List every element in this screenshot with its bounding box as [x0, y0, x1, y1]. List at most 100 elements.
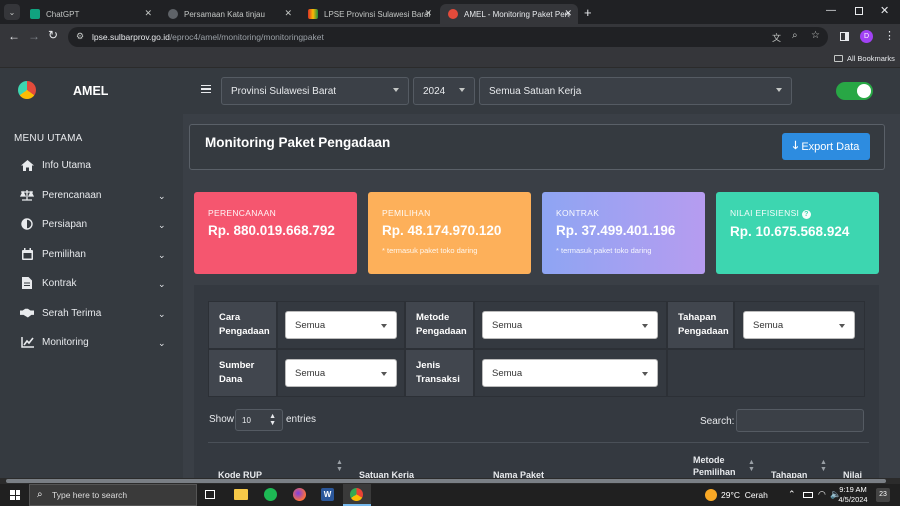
close-tab-icon[interactable]: ✕ [564, 8, 572, 19]
card-label-row: NILAI EFISIENSI ? [730, 208, 865, 219]
wifi-icon[interactable]: ◠ [818, 489, 826, 500]
address-bar[interactable]: ⚙ lpse.sulbarprov.go.id/eproc4/amel/moni… [68, 27, 828, 47]
tahapan-pengadaan-select[interactable]: Semua [743, 311, 855, 339]
bookmarks-bar: All Bookmarks [0, 50, 900, 68]
task-view-icon[interactable] [205, 490, 215, 499]
chevron-down-icon[interactable]: ⌄ [158, 250, 166, 261]
close-window-button[interactable]: ✕ [880, 4, 889, 17]
tab-search-button[interactable]: ⌄ [4, 4, 20, 20]
site-info-icon[interactable]: ⚙ [76, 31, 84, 42]
chrome-taskbar-button[interactable] [343, 484, 371, 506]
all-bookmarks-link[interactable]: All Bookmarks [847, 54, 895, 63]
select-value: 10 [242, 416, 251, 425]
profile-avatar[interactable]: D [860, 30, 873, 43]
entries-length-select[interactable]: 10 ▲ ▼ [235, 409, 283, 431]
forward-arrow-icon[interactable]: → [28, 29, 40, 43]
chevron-down-icon[interactable]: ⌄ [158, 220, 166, 231]
show-label: Show [209, 414, 235, 425]
search-label: Search: [700, 416, 735, 427]
close-tab-icon[interactable]: ✕ [144, 8, 152, 19]
year-select[interactable]: 2024 [413, 77, 475, 105]
chevron-down-icon[interactable]: ⌄ [158, 309, 166, 320]
question-circle-icon[interactable]: ? [801, 210, 811, 219]
col-header-tahapan[interactable]: Tahapan [771, 469, 807, 478]
browser-tab-amel[interactable]: AMEL - Monitoring Paket Pengad ✕ [440, 4, 578, 24]
metode-pengadaan-select[interactable]: Semua [482, 311, 658, 339]
firefox-icon[interactable] [293, 488, 306, 501]
filter-empty-cell [667, 349, 865, 397]
show-hidden-icons-icon[interactable]: ⌃ [788, 489, 796, 500]
province-select[interactable]: Provinsi Sulawesi Barat [221, 77, 409, 105]
sidebar-item-pemilihan[interactable]: Pemilihan [20, 248, 86, 260]
sort-icon: ▲ ▼ [748, 459, 755, 473]
clock[interactable]: 9:19 AM 4/5/2024 [838, 485, 868, 505]
col-header-metode-pemilihan[interactable]: Metode Pemilihan [693, 454, 743, 478]
profile-initial: D [863, 33, 870, 40]
new-tab-button[interactable]: + [584, 5, 592, 20]
col-header-kode-rup[interactable]: Kode RUP [218, 469, 262, 478]
file-icon [20, 277, 34, 289]
amel-favicon-icon [448, 9, 458, 19]
hamburger-menu-icon[interactable] [201, 85, 211, 93]
word-icon[interactable]: W [321, 488, 334, 501]
taskbar-search-box[interactable]: ⌕ Type here to search [29, 484, 197, 506]
col-header-satuan-kerja[interactable]: Satuan Kerja [359, 469, 414, 478]
side-panel-icon[interactable] [840, 32, 849, 41]
chevron-down-icon[interactable]: ⌄ [158, 338, 166, 349]
sidebar-item-label: Perencanaan [42, 189, 102, 201]
bookmark-star-icon[interactable]: ☆ [811, 30, 820, 41]
restore-window-button[interactable] [855, 7, 863, 15]
sidebar-item-label: Kontrak [42, 277, 77, 289]
minimize-window-button[interactable]: — [826, 5, 836, 16]
weather-text[interactable]: 29°C Cerah [721, 490, 768, 500]
sidebar-item-monitoring[interactable]: Monitoring [20, 336, 89, 348]
export-data-button[interactable]: 🡓 Export Data [782, 133, 870, 160]
theme-toggle-switch[interactable] [836, 82, 873, 100]
reload-icon[interactable]: ↻ [48, 28, 58, 42]
zoom-icon[interactable]: ⌕ [792, 30, 798, 41]
close-tab-icon[interactable]: ✕ [284, 8, 292, 19]
card-value: Rp. 37.499.401.196 [556, 223, 676, 238]
file-explorer-icon[interactable] [234, 489, 248, 500]
sidebar-item-info-utama[interactable]: Info Utama [20, 159, 91, 171]
scrollbar-thumb[interactable] [6, 479, 886, 483]
back-arrow-icon[interactable]: ← [8, 29, 20, 43]
half-circle-icon [20, 218, 34, 230]
label-line: Pengadaan [416, 326, 467, 337]
sidebar-item-perencanaan[interactable]: Perencanaan [20, 189, 102, 201]
sidebar-item-serah-terima[interactable]: Serah Terima [20, 307, 101, 319]
browser-menu-icon[interactable]: ⋮ [884, 29, 895, 42]
label-line: Pengadaan [678, 326, 729, 337]
home-icon [20, 159, 34, 171]
stat-card-kontrak: KONTRAK Rp. 37.499.401.196 * termasuk pa… [542, 192, 705, 274]
entries-label: entries [286, 414, 317, 425]
cara-pengadaan-select[interactable]: Semua [285, 311, 397, 339]
browser-tab-lpse[interactable]: LPSE Provinsi Sulawesi Barat - L ✕ [300, 4, 438, 24]
card-value: Rp. 10.675.568.924 [730, 224, 850, 239]
browser-tab-persamaan[interactable]: Persamaan Kata tinjau ✕ [160, 4, 298, 24]
work-unit-select[interactable]: Semua Satuan Kerja [479, 77, 792, 105]
jenis-transaksi-select[interactable]: Semua [482, 359, 658, 387]
sumber-dana-select[interactable]: Semua [285, 359, 397, 387]
windows-start-icon[interactable] [10, 490, 20, 500]
chevron-down-icon [381, 372, 387, 376]
sidebar-item-persiapan[interactable]: Persiapan [20, 218, 87, 230]
sidebar-item-kontrak[interactable]: Kontrak [20, 277, 76, 289]
table-search-input[interactable] [736, 409, 864, 432]
close-tab-icon[interactable]: ✕ [424, 8, 432, 19]
scale-icon [20, 189, 34, 201]
chevron-down-icon [393, 88, 399, 92]
col-header-nilai-efisiensi[interactable]: Nilai E [843, 469, 869, 478]
spotify-icon[interactable] [264, 488, 277, 501]
chevron-down-icon[interactable]: ⌄ [158, 191, 166, 202]
translate-icon[interactable]: 文 [772, 31, 781, 44]
notification-center-button[interactable]: 23 [876, 488, 890, 502]
browser-toolbar: ← → ↻ ⚙ lpse.sulbarprov.go.id/eproc4/ame… [0, 24, 900, 50]
chevron-down-icon [381, 324, 387, 328]
chevron-down-icon[interactable]: ⌄ [158, 279, 166, 290]
col-header-nama-paket[interactable]: Nama Paket [493, 469, 544, 478]
taskbar-search-placeholder: Type here to search [52, 490, 128, 500]
browser-tab-chatgpt[interactable]: ChatGPT ✕ [22, 4, 158, 24]
battery-icon [803, 492, 813, 498]
select-value: Semua [295, 319, 326, 331]
